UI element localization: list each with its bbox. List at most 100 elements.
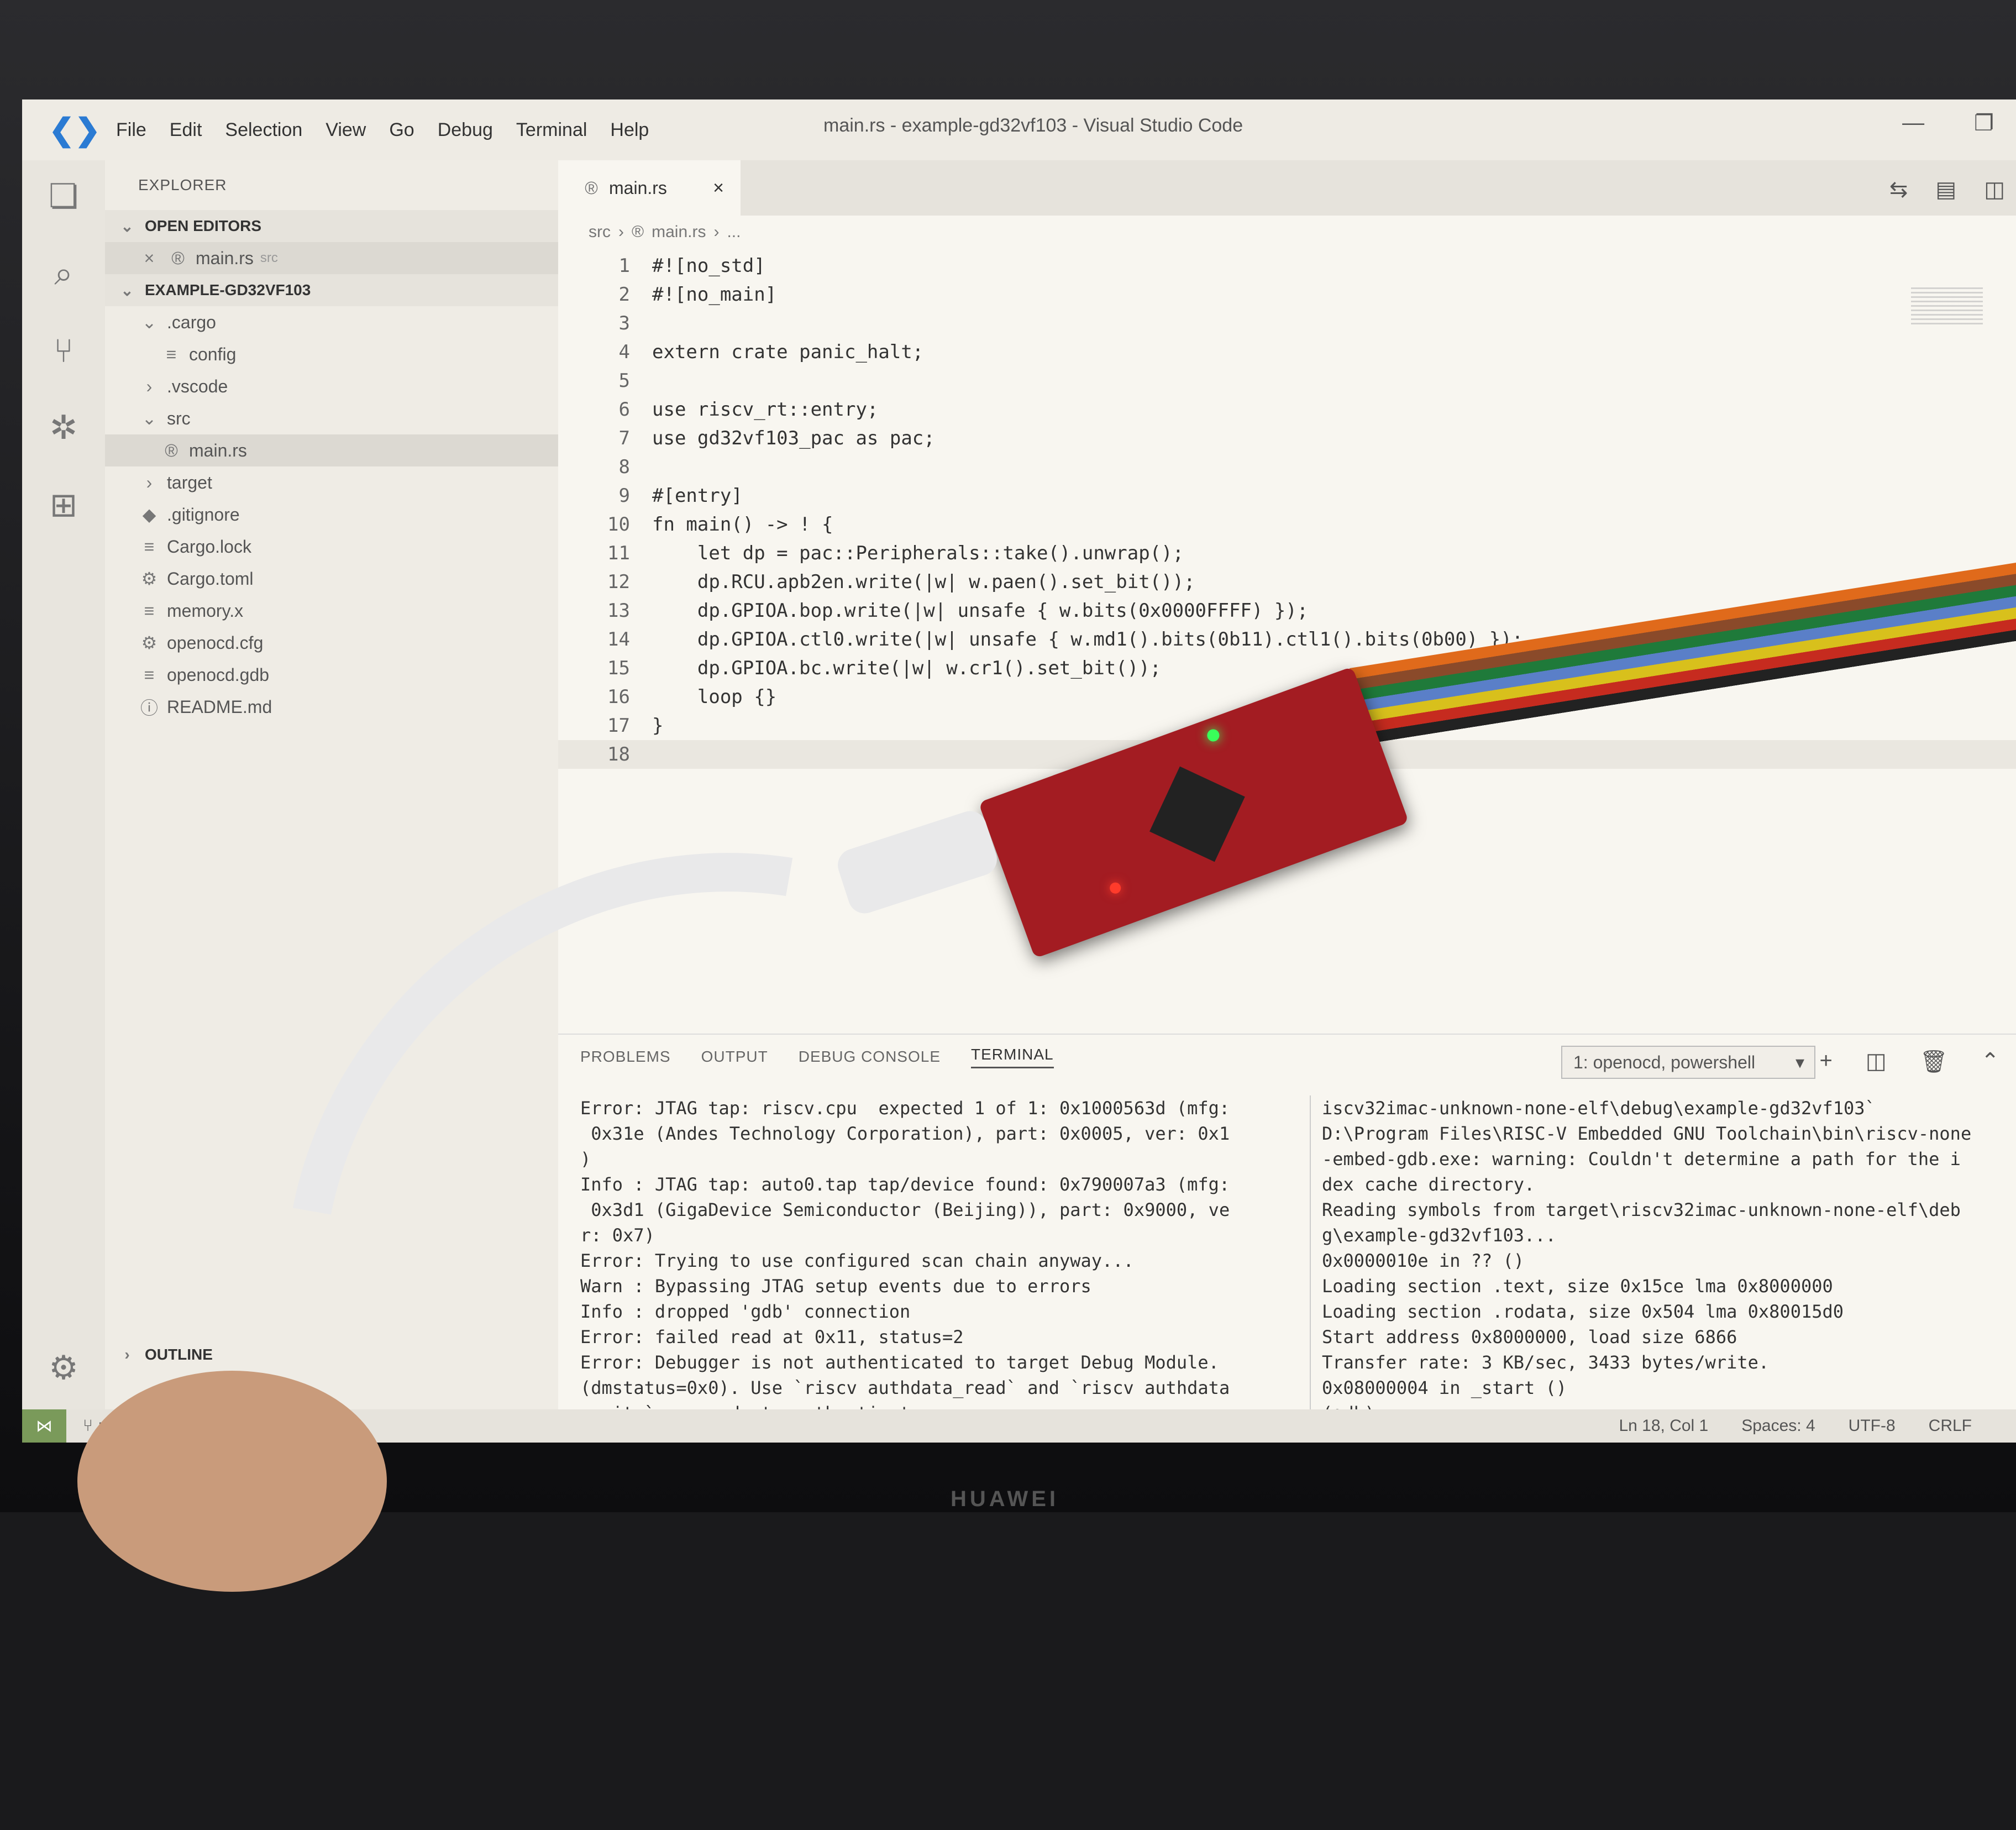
line-number: 1	[618, 255, 630, 277]
tree-item[interactable]: ⌄ src	[105, 402, 558, 434]
menu-file[interactable]: File	[116, 119, 146, 141]
terminal-line: dex cache directory.	[1322, 1174, 1535, 1195]
close-icon[interactable]: ×	[713, 177, 724, 199]
encoding[interactable]: UTF-8	[1849, 1417, 1896, 1435]
breadcrumb-item[interactable]: main.rs	[652, 223, 706, 242]
breadcrumb: src › ® main.rs › ...	[558, 216, 2016, 249]
line-number: 7	[618, 427, 630, 449]
line-number: 4	[618, 341, 630, 363]
add-terminal-icon[interactable]: +	[1820, 1048, 1833, 1074]
editor-actions: ⇆ ▤ ◫	[1889, 177, 2005, 202]
project-header[interactable]: ⌄ EXAMPLE-GD32VF103	[105, 274, 558, 306]
project-label: EXAMPLE-GD32VF103	[145, 281, 311, 298]
code-line: 7 use gd32vf103_pac as pac;	[558, 424, 2016, 453]
branch-icon: ⑂	[83, 1417, 93, 1435]
preview-icon[interactable]: ▤	[1935, 177, 1956, 202]
line-number: 12	[607, 571, 630, 593]
line-number: 2	[618, 284, 630, 306]
chevron-up-icon[interactable]: ⌃	[1981, 1048, 1999, 1074]
indentation[interactable]: Spaces: 4	[1741, 1417, 1815, 1435]
terminal-line: Start address 0x8000000, load size 6866	[1322, 1326, 1737, 1347]
terminal-select-value: 1: openocd, powershell	[1573, 1052, 1756, 1072]
open-editors-label: OPEN EDITORS	[145, 217, 262, 234]
menu-go[interactable]: Go	[389, 119, 414, 141]
tree-item[interactable]: ≡ openocd.gdb	[105, 659, 558, 691]
tree-item[interactable]: ≡ memory.x	[105, 595, 558, 627]
tree-item[interactable]: ® main.rs	[105, 434, 558, 466]
terminal-select[interactable]: 1: openocd, powershell ▾	[1561, 1046, 1815, 1079]
search-icon[interactable]: ⌕	[54, 254, 73, 293]
tree-item-label: openocd.cfg	[167, 632, 264, 653]
code-line: 12 dp.RCU.apb2en.write(|w| w.paen().set_…	[558, 568, 2016, 596]
terminal-line: iscv32imac-unknown-none-elf\debug\exampl…	[1322, 1098, 1876, 1119]
menu-debug[interactable]: Debug	[438, 119, 493, 141]
gear-icon[interactable]: ⚙	[49, 1349, 78, 1387]
code-text: dp.GPIOA.ctl0.write(|w| unsafe { w.md1()…	[652, 628, 1524, 651]
led-green	[1205, 727, 1221, 743]
tree-item[interactable]: ⚙ openocd.cfg	[105, 627, 558, 659]
line-number: 18	[607, 743, 630, 765]
explorer-icon[interactable]: ❏	[49, 177, 78, 216]
remote-icon[interactable]: ⋈	[22, 1409, 66, 1443]
menu-edit[interactable]: Edit	[170, 119, 202, 141]
git-icon: ◆	[142, 505, 156, 525]
open-editor-item[interactable]: × ® main.rs src	[105, 242, 558, 274]
line-number: 16	[607, 686, 630, 708]
terminal-line: Loading section .rodata, size 0x504 lma …	[1322, 1301, 1844, 1322]
tree-item[interactable]: › target	[105, 466, 558, 499]
code-line: 1 #![no_std]	[558, 251, 2016, 280]
breadcrumb-item[interactable]: src	[589, 223, 611, 242]
tree-item[interactable]: ⌄ .cargo	[105, 306, 558, 338]
cursor-position[interactable]: Ln 18, Col 1	[1619, 1417, 1708, 1435]
code-line: 10 fn main() -> ! {	[558, 510, 2016, 539]
compare-icon[interactable]: ⇆	[1889, 177, 1908, 202]
tree-item[interactable]: › .vscode	[105, 370, 558, 402]
code-text: loop {}	[652, 686, 777, 708]
tree-item[interactable]: ◆ .gitignore	[105, 499, 558, 531]
window-controls: — ❐	[1902, 111, 1994, 136]
tree-item[interactable]: ⓘ README.md	[105, 691, 558, 723]
restore-icon[interactable]: ❐	[1974, 111, 1994, 136]
outline-label: OUTLINE	[145, 1346, 213, 1363]
tree-item-label: memory.x	[167, 600, 244, 621]
close-icon[interactable]: ×	[138, 248, 160, 269]
code-text: }	[652, 715, 664, 737]
menu-help[interactable]: Help	[610, 119, 649, 141]
line-number: 8	[618, 456, 630, 478]
code-text: extern crate panic_halt;	[652, 341, 924, 363]
source-control-icon[interactable]: ⑂	[54, 332, 74, 370]
tree-item[interactable]: ≡ Cargo.lock	[105, 531, 558, 563]
code-text: fn main() -> ! {	[652, 513, 833, 536]
breadcrumb-item[interactable]: ...	[727, 223, 741, 242]
line-ending[interactable]: CRLF	[1929, 1417, 1972, 1435]
terminal-line: Transfer rate: 3 KB/sec, 3433 bytes/writ…	[1322, 1352, 1770, 1373]
line-number: 14	[607, 628, 630, 651]
debug-icon[interactable]: ✲	[50, 408, 77, 447]
terminal-powershell[interactable]: iscv32imac-unknown-none-elf\debug\exampl…	[1310, 1095, 2016, 1443]
line-number: 6	[618, 398, 630, 421]
code-text: dp.GPIOA.bop.write(|w| unsafe { w.bits(0…	[652, 600, 1309, 622]
split-editor-icon[interactable]: ◫	[1984, 177, 2005, 202]
minimap[interactable]	[1911, 287, 1983, 326]
tab-label: main.rs	[609, 177, 667, 198]
tree-item[interactable]: ⚙ Cargo.toml	[105, 563, 558, 595]
laptop-brand: HUAWEI	[951, 1487, 1059, 1511]
code-text: let dp = pac::Peripherals::take().unwrap…	[652, 542, 1184, 564]
rust-file-icon: ®	[171, 248, 185, 268]
extensions-icon[interactable]: ⊞	[50, 486, 77, 525]
tree-item-label: main.rs	[189, 440, 247, 460]
trash-icon[interactable]: 🗑	[1920, 1048, 1948, 1074]
menu-selection[interactable]: Selection	[225, 119, 302, 141]
open-editors-header[interactable]: ⌄ OPEN EDITORS	[105, 210, 558, 242]
tree-item[interactable]: ≡ config	[105, 338, 558, 370]
tab-main-rs[interactable]: ® main.rs ×	[558, 160, 741, 216]
chevron-right-icon: ›	[713, 223, 720, 241]
menu-view[interactable]: View	[326, 119, 366, 141]
split-terminal-icon[interactable]: ◫	[1866, 1048, 1887, 1074]
gear-icon: ⚙	[141, 569, 158, 589]
line-number: 15	[607, 657, 630, 679]
chevron-right-icon: ›	[618, 223, 624, 241]
minimize-icon[interactable]: —	[1902, 111, 1924, 136]
chevron-right-icon: ›	[124, 1346, 130, 1363]
menu-terminal[interactable]: Terminal	[516, 119, 587, 141]
